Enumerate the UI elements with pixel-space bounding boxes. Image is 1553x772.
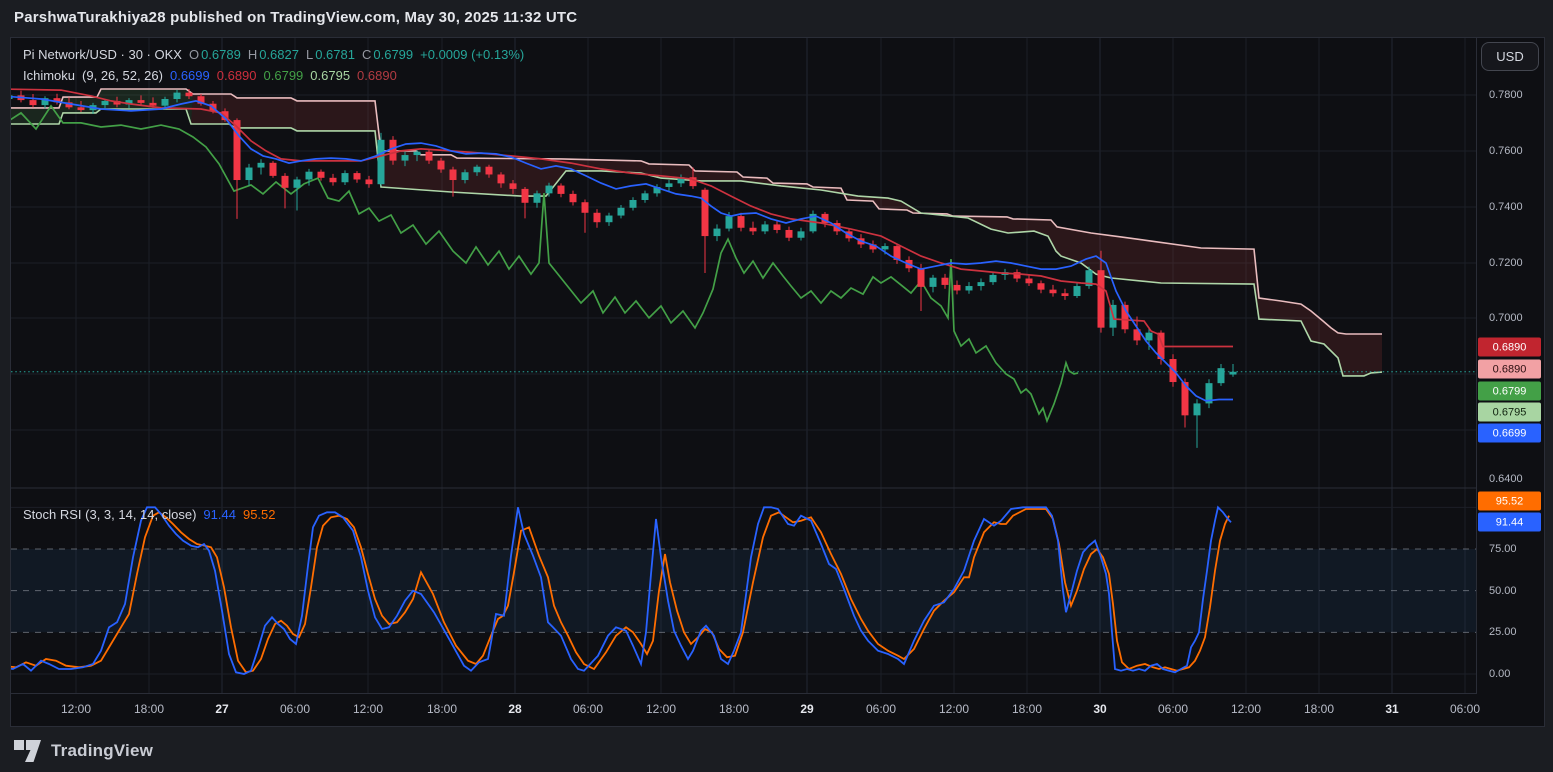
ohlc-value: 0.6827 [259, 47, 299, 62]
time-label: 18:00 [1304, 702, 1334, 716]
time-label: 12:00 [61, 702, 91, 716]
time-label: 06:00 [280, 702, 310, 716]
ohlc-value: 0.6789 [201, 47, 241, 62]
price-label-badge: 0.6890 [1478, 360, 1541, 379]
axis-tick-label: 0.6400 [1489, 473, 1523, 485]
ichimoku-value: 0.6890 [217, 68, 257, 83]
ichimoku-value: 0.6699 [170, 68, 210, 83]
price-label-badge: 0.6890 [1478, 338, 1541, 357]
axis-tick-label: 0.7800 [1489, 89, 1523, 101]
price-label-badge: 0.6799 [1478, 382, 1541, 401]
axis-tick-label: 0.7200 [1489, 257, 1523, 269]
chart-panel: Pi Network/USD · 30 · OKX O0.6789 H0.6827… [10, 37, 1545, 727]
axis-tick-label: 0.7000 [1489, 312, 1523, 324]
ohlc-label: L [306, 47, 313, 62]
ohlc-label: C [362, 47, 371, 62]
price-label-badge: 95.52 [1478, 492, 1541, 511]
ichimoku-value: 0.6795 [310, 68, 350, 83]
indicator-params: (9, 26, 52, 26) [82, 68, 163, 83]
ohlc-value: 0.6799 [373, 47, 413, 62]
tradingview-logo-icon [14, 739, 42, 763]
time-label: 06:00 [573, 702, 603, 716]
tradingview-branding[interactable]: TradingView [14, 736, 153, 766]
currency-toggle-button[interactable]: USD [1481, 42, 1539, 71]
symbol-title: Pi Network/USD · 30 · OKX [23, 47, 182, 62]
chart-canvas[interactable] [11, 38, 1478, 696]
symbol-legend-row[interactable]: Pi Network/USD · 30 · OKX O0.6789 H0.6827… [23, 44, 524, 65]
time-axis[interactable]: 12:00 18:00 27 06:00 12:00 18:00 28 06:00 12:00 1… [11, 693, 1544, 726]
time-label: 18:00 [719, 702, 749, 716]
ohlc-value: 0.6781 [315, 47, 355, 62]
time-label: 12:00 [353, 702, 383, 716]
time-label-day: 31 [1385, 702, 1398, 716]
price-label-badge: 0.6699 [1478, 424, 1541, 443]
indicator-name: Ichimoku [23, 68, 75, 83]
price-change: +0.0009 (+0.13%) [420, 47, 524, 62]
tradingview-brand-text: TradingView [51, 741, 153, 761]
time-label-day: 28 [508, 702, 521, 716]
stoch-k-value: 91.44 [203, 507, 236, 522]
time-label-day: 30 [1093, 702, 1106, 716]
axis-tick-label: 0.7400 [1489, 201, 1523, 213]
time-label: 18:00 [134, 702, 164, 716]
price-axis[interactable]: USD 0.7800 0.7600 0.7400 0.7200 0.7000 0.6400… [1476, 38, 1544, 694]
price-label-badge: 91.44 [1478, 513, 1541, 532]
time-label: 12:00 [646, 702, 676, 716]
time-label: 12:00 [939, 702, 969, 716]
time-label: 12:00 [1231, 702, 1261, 716]
ohlc-label: H [248, 47, 257, 62]
ichimoku-value: 0.6799 [264, 68, 304, 83]
price-label-badge: 0.6795 [1478, 403, 1541, 422]
time-label: 06:00 [1158, 702, 1188, 716]
stoch-d-value: 95.52 [243, 507, 276, 522]
attribution-text: ParshwaTurakhiya28 published on TradingV… [14, 9, 577, 26]
axis-tick-label: 50.00 [1489, 585, 1517, 597]
time-label: 18:00 [427, 702, 457, 716]
ohlc-label: O [189, 47, 199, 62]
time-label-day: 27 [215, 702, 228, 716]
stoch-name-params: Stoch RSI (3, 3, 14, 14, close) [23, 507, 196, 522]
ichimoku-legend-row[interactable]: Ichimoku (9, 26, 52, 26) 0.6699 0.6890 0.6… [23, 65, 524, 86]
legend: Pi Network/USD · 30 · OKX O0.6789 H0.6827… [23, 44, 524, 86]
axis-tick-label: 0.00 [1489, 668, 1510, 680]
axis-tick-label: 0.7600 [1489, 145, 1523, 157]
stoch-legend-row[interactable]: Stoch RSI (3, 3, 14, 14, close) 91.44 95… [23, 504, 276, 525]
ichimoku-value: 0.6890 [357, 68, 397, 83]
time-label-day: 29 [800, 702, 813, 716]
time-label: 06:00 [866, 702, 896, 716]
axis-tick-label: 25.00 [1489, 626, 1517, 638]
time-label: 06:00 [1450, 702, 1480, 716]
attribution-bar: ParshwaTurakhiya28 published on TradingV… [0, 0, 1553, 37]
time-label: 18:00 [1012, 702, 1042, 716]
axis-tick-label: 75.00 [1489, 543, 1517, 555]
